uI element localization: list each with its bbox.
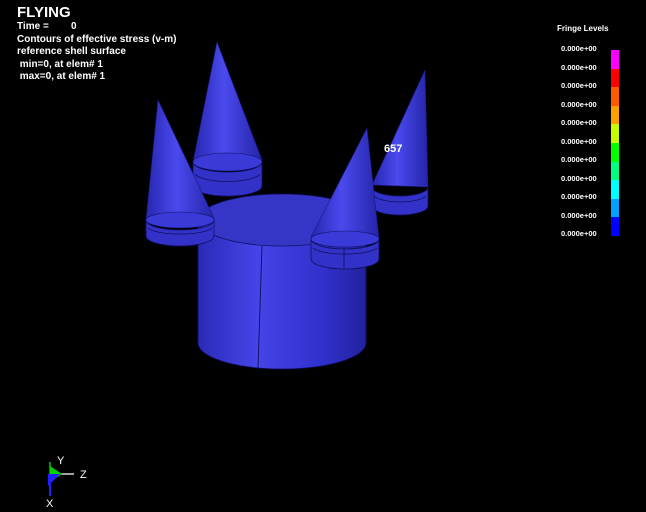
cone-back-left — [192, 40, 263, 197]
z-axis-label: Z — [80, 469, 87, 481]
model-viewport[interactable] — [0, 0, 646, 512]
y-axis-label: Y — [57, 455, 65, 467]
x-axis-label: X — [46, 498, 54, 510]
axis-triad: Y Z X — [46, 455, 87, 510]
element-number-label: 657 — [384, 143, 403, 155]
